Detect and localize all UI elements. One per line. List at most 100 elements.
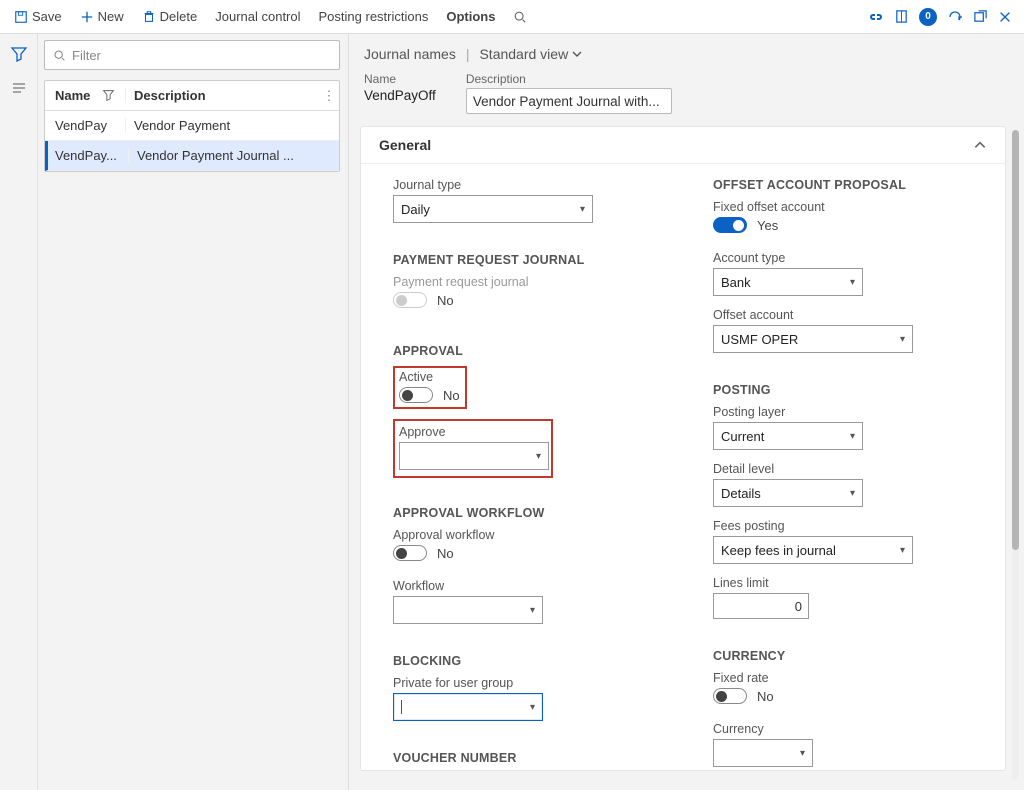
approval-workflow-section: APPROVAL WORKFLOW [393,506,653,520]
col-header-name[interactable]: Name [45,88,125,103]
approve-select[interactable]: ▾ [399,442,549,470]
table-row[interactable]: VendPay Vendor Payment [45,111,339,141]
notification-badge[interactable]: 0 [919,8,937,26]
crumb-journal-names[interactable]: Journal names [364,46,456,62]
popout-icon[interactable] [973,9,988,24]
posting-restrictions-label: Posting restrictions [319,9,429,24]
row-name: VendPay [45,118,125,133]
grid-header: Name Description ⋮ [45,81,339,111]
new-button[interactable]: New [72,5,132,28]
approval-workflow-toggle[interactable] [393,545,427,561]
posting-layer-label: Posting layer [713,405,973,419]
fixed-rate-value: No [757,689,774,704]
offset-account-label: Offset account [713,308,973,322]
chevron-down-icon [572,49,582,59]
workflow-select[interactable]: ▾ [393,596,543,624]
approval-workflow-value: No [437,546,454,561]
save-label: Save [32,9,62,24]
filter-column-icon[interactable] [102,89,115,102]
detail-panel: Journal names | Standard view Name VendP… [360,42,1006,784]
active-toggle[interactable] [399,387,433,403]
fees-posting-label: Fees posting [713,519,973,533]
payment-request-toggle [393,292,427,308]
workflow-label: Workflow [393,579,653,593]
view-selector[interactable]: Standard view [479,46,582,62]
table-row[interactable]: VendPay... Vendor Payment Journal ... [45,141,339,171]
account-type-select[interactable]: Bank▾ [713,268,863,296]
search-icon [53,49,66,62]
account-type-label: Account type [713,251,973,265]
crumb-divider: | [466,46,470,62]
payment-request-value: No [437,293,454,308]
active-value: No [443,388,460,403]
filter-input[interactable] [72,48,331,63]
active-label: Active [399,370,461,384]
view-label: Standard view [479,46,568,62]
related-info-icon[interactable] [10,80,28,96]
document-icon[interactable] [894,9,909,24]
close-icon[interactable] [998,10,1012,24]
row-desc: Vendor Payment [125,118,339,133]
fixed-rate-toggle[interactable] [713,688,747,704]
right-column: OFFSET ACCOUNT PROPOSAL Fixed offset acc… [713,178,973,760]
detail-level-label: Detail level [713,462,973,476]
name-value: VendPayOff [364,88,436,103]
blocking-section: BLOCKING [393,654,653,668]
options-button[interactable]: Options [438,5,503,28]
offset-account-select[interactable]: USMF OPER▾ [713,325,913,353]
lines-limit-input[interactable]: 0 [713,593,809,619]
approve-highlight: Approve ▾ [393,419,553,478]
currency-select[interactable]: ▾ [713,739,813,767]
col-header-desc[interactable]: Description [125,88,319,103]
left-column: Journal type Daily▾ PAYMENT REQUEST JOUR… [393,178,653,760]
journal-type-select[interactable]: Daily▾ [393,195,593,223]
system-icons: 0 [868,8,1018,26]
fixed-offset-label: Fixed offset account [713,200,973,214]
save-button[interactable]: Save [6,5,70,28]
name-label: Name [364,72,436,86]
voucher-section: VOUCHER NUMBER [393,751,653,765]
payment-request-label: Payment request journal [393,275,653,289]
journal-control-button[interactable]: Journal control [207,5,308,28]
posting-restrictions-button[interactable]: Posting restrictions [311,5,437,28]
action-bar: Save New Delete Journal control Posting … [0,0,1024,34]
lines-limit-label: Lines limit [713,576,973,590]
approval-workflow-label: Approval workflow [393,528,653,542]
general-card: General Journal type Daily▾ PAYMENT REQU… [360,126,1006,771]
search-button[interactable] [505,6,535,28]
trash-icon [142,10,156,24]
posting-section: POSTING [713,383,973,397]
private-select[interactable]: ▾ [393,693,543,721]
funnel-icon[interactable] [10,46,28,62]
delete-button[interactable]: Delete [134,5,206,28]
detail-level-select[interactable]: Details▾ [713,479,863,507]
private-label: Private for user group [393,676,653,690]
description-label: Description [466,72,672,86]
splitter[interactable] [344,34,354,790]
filter-input-wrap[interactable] [44,40,340,70]
search-icon [513,10,527,24]
journal-control-label: Journal control [215,9,300,24]
row-name: VendPay... [48,148,128,163]
new-label: New [98,9,124,24]
left-rail [0,34,38,790]
scrollbar[interactable] [1010,130,1020,780]
active-highlight: Active No [393,366,467,409]
grid-more-icon[interactable]: ⋮ [319,88,339,104]
posting-layer-select[interactable]: Current▾ [713,422,863,450]
fixed-offset-toggle[interactable] [713,217,747,233]
fixed-rate-label: Fixed rate [713,671,973,685]
offset-section: OFFSET ACCOUNT PROPOSAL [713,178,973,192]
plus-icon [80,10,94,24]
link-icon[interactable] [868,10,884,24]
breadcrumb: Journal names | Standard view [360,42,1006,70]
approve-label: Approve [399,425,547,439]
list-panel: Name Description ⋮ VendPay Vendor Paymen… [44,40,340,172]
fees-posting-select[interactable]: Keep fees in journal▾ [713,536,913,564]
delete-label: Delete [160,9,198,24]
refresh-icon[interactable] [947,9,963,25]
description-input[interactable]: Vendor Payment Journal with... [466,88,672,114]
approval-section: APPROVAL [393,344,653,358]
chevron-up-icon [973,138,987,152]
general-card-header[interactable]: General [361,127,1005,164]
